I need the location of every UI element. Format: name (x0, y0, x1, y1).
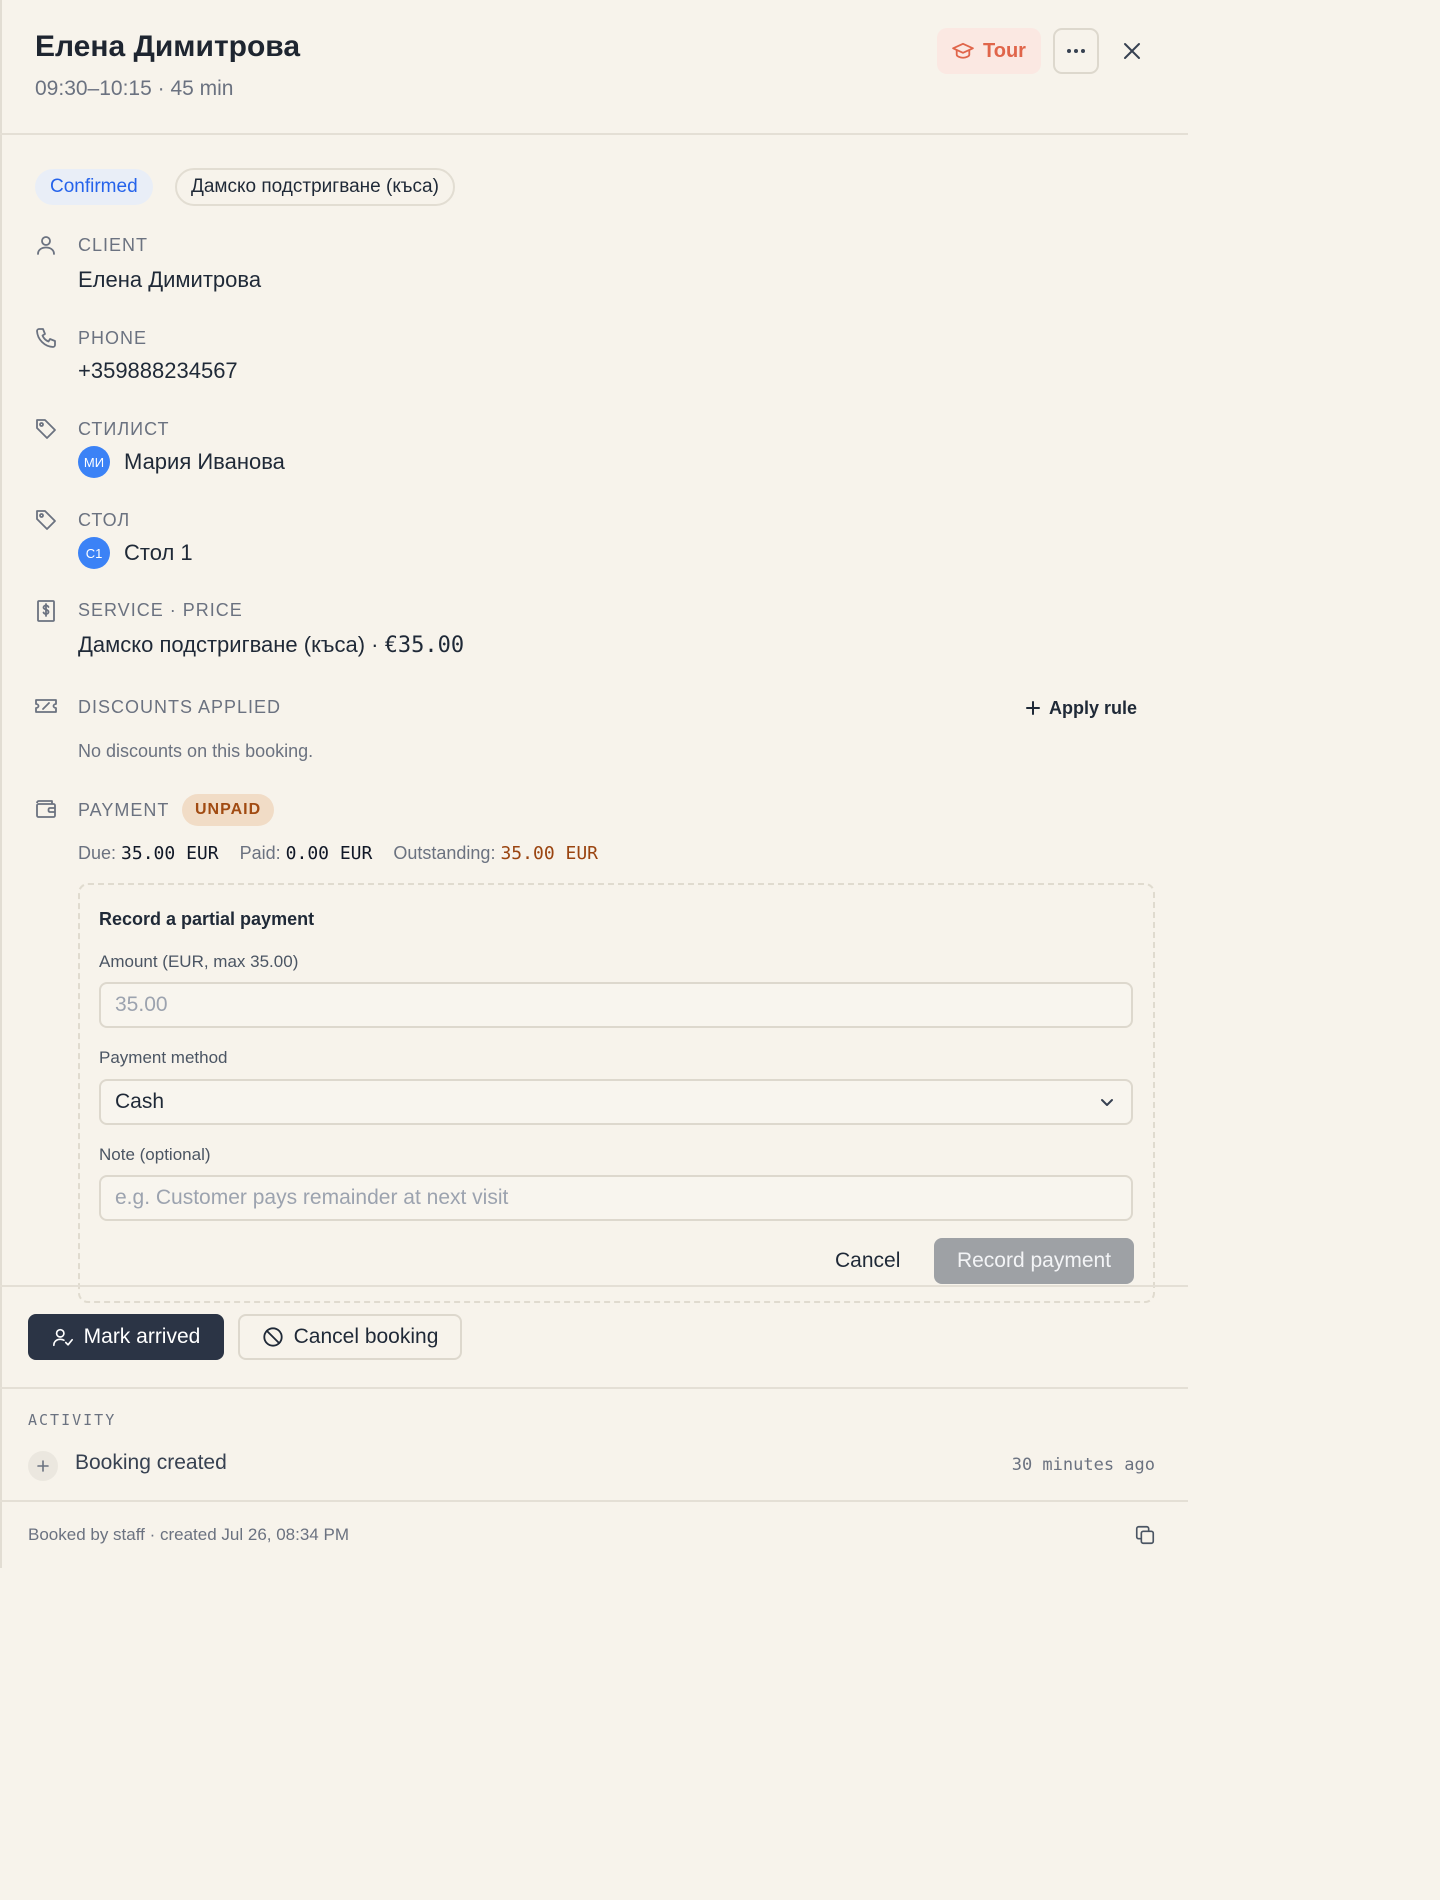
tag-icon (36, 419, 56, 439)
more-options-button[interactable] (1053, 28, 1099, 74)
service-chip: Дамско подстригване (къса) (175, 168, 455, 206)
mark-arrived-button[interactable]: Mark arrived (28, 1314, 224, 1360)
payment-status-badge: UNPAID (182, 794, 275, 826)
payment-amounts: Due: 35.00 EUR Paid: 0.00 EUR Outstandin… (78, 843, 598, 864)
tour-button[interactable]: Tour (937, 28, 1041, 74)
discounts-label: DISCOUNTS APPLIED (78, 697, 282, 717)
avatar: МИ (78, 446, 110, 478)
due-value: 35.00 EUR (121, 843, 219, 864)
record-payment-button[interactable]: Record payment (934, 1238, 1134, 1284)
activity-plus-icon (28, 1451, 58, 1481)
booking-meta: Booked by staff · created Jul 26, 08:34 … (28, 1525, 349, 1544)
tour-label: Tour (983, 39, 1026, 62)
amount-input[interactable]: 35.00 (99, 982, 1133, 1028)
outstanding-value: 35.00 EUR (500, 843, 599, 864)
payment-label: PAYMENT (78, 800, 170, 820)
mark-arrived-label: Mark arrived (83, 1325, 201, 1348)
service-price-value: Дамско подстригване (къса) · €35.00 (78, 632, 464, 658)
apply-rule-label: Apply rule (1049, 697, 1138, 718)
booking-time-range: 09:30–10:15 · 45 min (35, 77, 234, 100)
tag-icon (36, 510, 56, 530)
cancel-booking-label: Cancel booking (293, 1325, 439, 1348)
payment-method-select[interactable]: Cash (99, 1079, 1133, 1125)
paid-label: Paid: (239, 843, 281, 863)
service-price: €35.00 (384, 633, 465, 658)
stylist-label: СТИЛИСТ (78, 419, 170, 439)
amount-label: Amount (EUR, max 35.00) (99, 952, 299, 971)
stylist-name: Мария Иванова (124, 449, 285, 474)
wallet-icon (36, 800, 56, 818)
divider (0, 1285, 1188, 1287)
receipt-dollar-icon (37, 600, 55, 622)
payment-method-label: Payment method (99, 1048, 228, 1067)
service-price-label: SERVICE · PRICE (78, 600, 243, 620)
plus-icon (1026, 701, 1040, 715)
phone-label: PHONE (78, 328, 148, 348)
copy-icon[interactable] (1134, 1524, 1156, 1546)
amount-placeholder: 35.00 (115, 993, 168, 1016)
due-label: Due: (78, 843, 117, 863)
user-check-icon (52, 1328, 73, 1347)
payment-method-value: Cash (115, 1090, 165, 1113)
phone-icon (36, 328, 56, 348)
divider (0, 1387, 1188, 1389)
note-input[interactable]: e.g. Customer pays remainder at next vis… (99, 1175, 1133, 1221)
close-button[interactable] (1112, 31, 1152, 71)
partial-payment-title: Record a partial payment (99, 909, 315, 929)
panel-left-border (0, 0, 2, 1568)
outstanding-label: Outstanding: (393, 843, 496, 863)
service-price-separator: · (371, 632, 379, 657)
chair-label: СТОЛ (78, 510, 131, 530)
user-icon (37, 236, 55, 255)
page-title: Елена Димитрова (35, 30, 301, 63)
cancel-payment-button[interactable]: Cancel (835, 1249, 900, 1273)
avatar: С1 (78, 537, 110, 569)
activity-item-time: 30 minutes ago (1011, 1455, 1155, 1475)
chair-name: Стол 1 (124, 540, 193, 565)
ellipsis-icon (1067, 49, 1085, 53)
drawer-header: Елена Димитрова 09:30–10:15 · 45 min Tou… (0, 0, 1188, 135)
close-icon (1124, 43, 1140, 59)
client-name: Елена Димитрова (78, 267, 262, 292)
divider (0, 1500, 1188, 1502)
no-discounts-text: No discounts on this booking. (78, 741, 314, 761)
service-name: Дамско подстригване (къса) (78, 632, 366, 657)
activity-heading: ACTIVITY (28, 1411, 117, 1429)
phone-number[interactable]: +359888234567 (78, 358, 238, 384)
client-label: CLIENT (78, 235, 149, 255)
note-label: Note (optional) (99, 1145, 211, 1164)
note-placeholder: e.g. Customer pays remainder at next vis… (115, 1186, 509, 1209)
chevron-down-icon (1101, 1099, 1113, 1106)
paid-value: 0.00 EUR (285, 843, 373, 864)
graduation-cap-icon (952, 42, 974, 59)
cancel-booking-button[interactable]: Cancel booking (238, 1314, 462, 1360)
apply-rule-button[interactable]: Apply rule (1025, 695, 1137, 721)
ban-icon (262, 1327, 283, 1347)
ticket-icon (35, 699, 57, 713)
activity-item-text: Booking created (75, 1451, 227, 1474)
status-badge: Confirmed (35, 169, 153, 205)
